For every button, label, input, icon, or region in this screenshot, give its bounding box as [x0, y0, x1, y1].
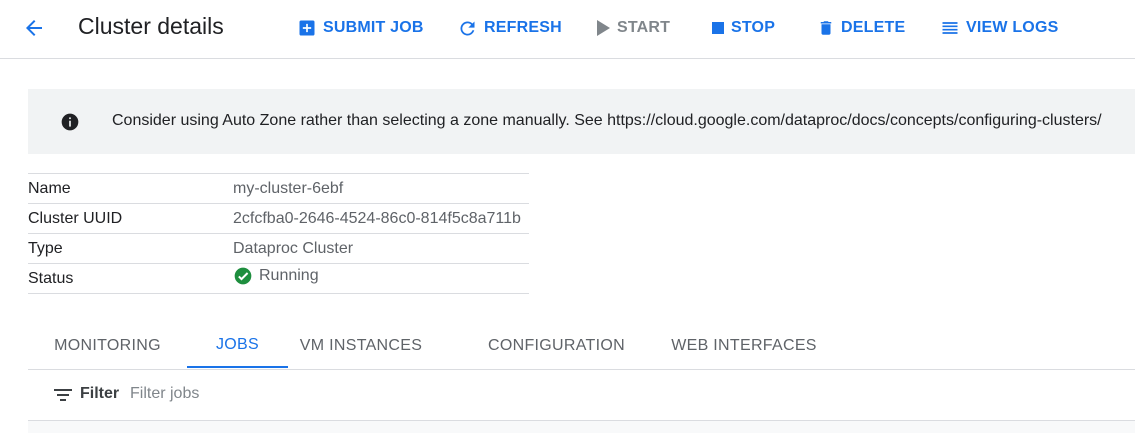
page-title: Cluster details [78, 13, 224, 39]
top-toolbar: Cluster details SUBMIT JOB REFRESH START… [0, 0, 1135, 59]
property-value: Dataproc Cluster [233, 233, 529, 264]
property-key: Name [28, 173, 233, 204]
start-button[interactable]: START [595, 16, 670, 40]
view-logs-button[interactable]: VIEW LOGS [940, 16, 1058, 40]
delete-label: DELETE [841, 19, 906, 36]
property-row: Cluster UUID 2cfcfba0-2646-4524-86c0-814… [28, 203, 529, 234]
tab-web-interfaces[interactable]: WEB INTERFACES [649, 324, 839, 368]
property-value: my-cluster-6ebf [233, 173, 529, 204]
property-row: Name my-cluster-6ebf [28, 173, 529, 204]
cluster-tabs: MONITORING JOBS VM INSTANCES CONFIGURATI… [28, 324, 1135, 370]
back-arrow-icon [26, 20, 42, 36]
delete-button[interactable]: DELETE [817, 16, 905, 40]
property-row: Status Running [28, 263, 529, 294]
auto-zone-banner: Consider using Auto Zone rather than sel… [28, 89, 1135, 154]
refresh-icon [460, 20, 475, 35]
filter-jobs-input[interactable] [130, 382, 530, 406]
trash-icon [820, 21, 832, 35]
view-logs-label: VIEW LOGS [966, 19, 1059, 36]
status-text: Running [259, 267, 319, 284]
jobs-filter-bar: Filter [28, 370, 1135, 421]
check-circle-icon [234, 267, 252, 285]
refresh-label: REFRESH [484, 19, 562, 36]
tab-jobs[interactable]: JOBS [187, 324, 288, 368]
tab-vm-instances[interactable]: VM INSTANCES [288, 324, 434, 368]
back-button[interactable] [20, 14, 48, 42]
property-key: Status [28, 263, 233, 294]
submit-job-label: SUBMIT JOB [323, 19, 424, 36]
info-icon [61, 113, 79, 131]
submit-job-button[interactable]: SUBMIT JOB [297, 16, 424, 40]
status-badge: Running [233, 266, 319, 286]
filter-icon[interactable] [54, 388, 72, 402]
stop-label: STOP [731, 19, 776, 36]
start-label: START [617, 19, 671, 36]
jobs-table-header [28, 421, 1135, 433]
stop-button[interactable]: STOP [711, 16, 775, 40]
property-value-status: Running [233, 263, 529, 294]
play-icon [597, 20, 610, 36]
banner-message: Consider using Auto Zone rather than sel… [112, 112, 1102, 129]
property-key: Type [28, 233, 233, 264]
add-box-icon [299, 20, 315, 36]
stop-icon [712, 22, 724, 34]
cluster-properties-table: Name my-cluster-6ebf Cluster UUID 2cfcfb… [28, 173, 529, 294]
property-row: Type Dataproc Cluster [28, 233, 529, 264]
refresh-button[interactable]: REFRESH [457, 16, 562, 40]
property-value: 2cfcfba0-2646-4524-86c0-814f5c8a711b [233, 203, 529, 234]
tab-configuration[interactable]: CONFIGURATION [464, 324, 649, 368]
property-key: Cluster UUID [28, 203, 233, 234]
list-icon [942, 22, 958, 34]
filter-label: Filter [80, 385, 120, 402]
tab-monitoring[interactable]: MONITORING [28, 324, 187, 368]
